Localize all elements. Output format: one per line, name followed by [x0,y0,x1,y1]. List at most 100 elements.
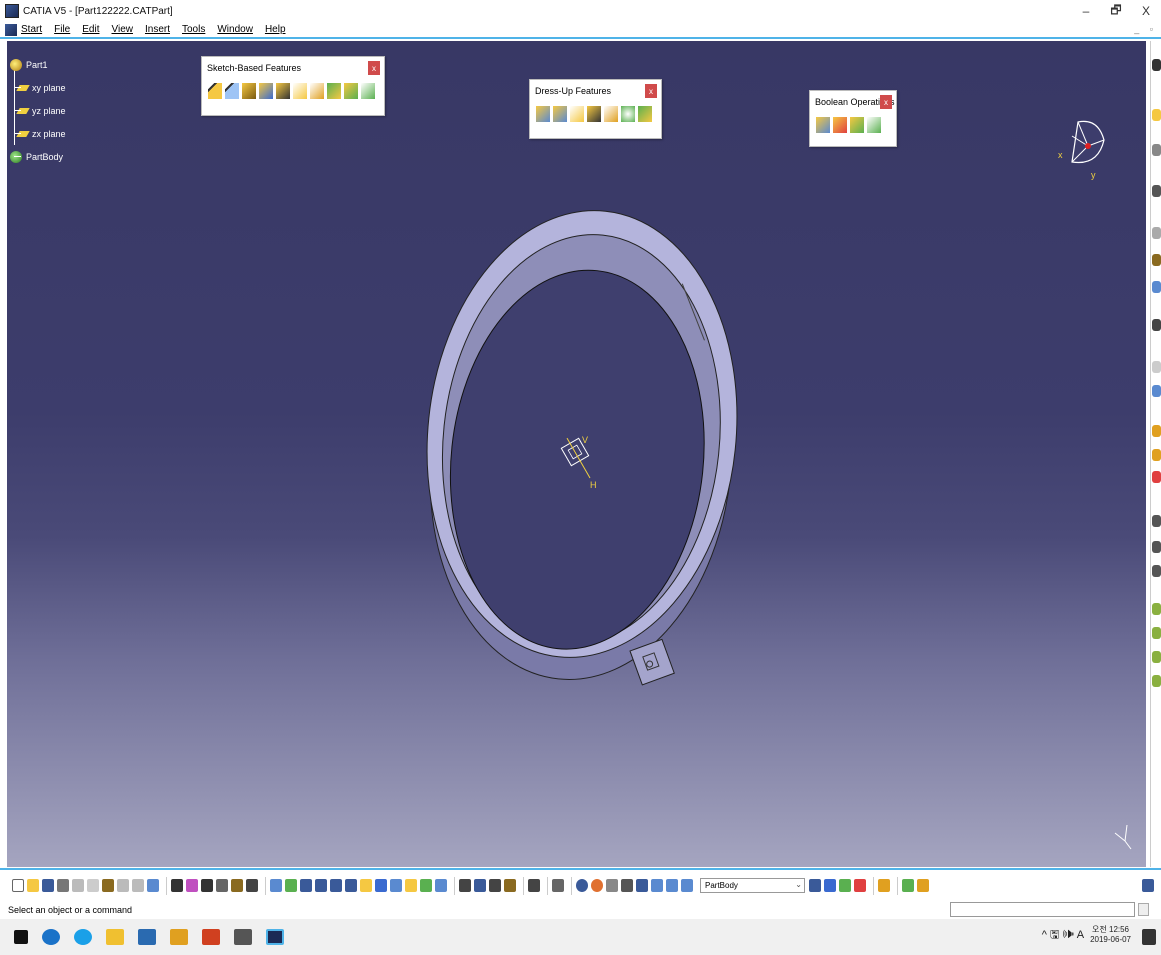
apply-material-icon[interactable] [1152,227,1161,239]
sketch-based-features-toolbar[interactable]: Sketch-Based Features x [201,56,385,116]
thick-surface-icon[interactable] [1152,627,1161,639]
assemble-icon[interactable] [816,117,830,133]
shaft-icon[interactable] [242,83,256,99]
menu-tools[interactable]: Tools [182,24,205,35]
toolbar-header[interactable]: Boolean Operations x [810,91,896,113]
save-icon[interactable] [42,879,54,892]
pocket-icon[interactable] [225,83,239,99]
powerpoint-icon[interactable] [202,929,220,945]
remove-face-icon[interactable] [638,106,652,122]
analysis-icon[interactable] [1152,385,1161,397]
options-icon[interactable] [917,879,929,892]
paint-app-icon[interactable] [170,929,188,945]
3d-viewport[interactable]: Part1 xy plane yz plane zx plane PartBod… [7,41,1146,867]
open-icon[interactable] [27,879,39,892]
swap-space-icon[interactable] [435,879,447,892]
render-icon[interactable] [839,879,851,892]
command-button[interactable] [1138,903,1149,916]
grid-icon[interactable] [552,879,564,892]
catalog-icon[interactable] [231,879,243,892]
union-trim-icon[interactable] [850,117,864,133]
internet-explorer-icon[interactable] [74,929,92,945]
remove-lump-icon[interactable] [867,117,881,133]
hide-show-icon[interactable] [420,879,432,892]
file-explorer-icon[interactable] [106,929,124,945]
update-icon[interactable] [459,879,471,892]
thread-icon[interactable] [621,106,635,122]
thickness-icon[interactable] [604,106,618,122]
edge-fillet-icon[interactable] [536,106,550,122]
stack-icon[interactable] [636,879,648,892]
dress-up-features-toolbar[interactable]: Dress-Up Features x [529,79,662,139]
insert-body-icon[interactable] [809,879,821,892]
dimension-icon[interactable] [606,879,618,892]
copy-icon[interactable] [87,879,99,892]
iso-view-icon[interactable] [390,879,402,892]
query-icon[interactable] [489,879,501,892]
normal-view-icon[interactable] [360,879,372,892]
toolbar-close-button[interactable]: x [880,95,892,109]
catia-taskbar-icon[interactable] [266,929,284,945]
pan-icon[interactable] [300,879,312,892]
pad-icon[interactable] [208,83,222,99]
chamfer-icon[interactable] [553,106,567,122]
command-input[interactable] [950,902,1135,917]
shading-icon[interactable] [405,879,417,892]
annotation-icon[interactable] [1152,425,1161,437]
current-body-select[interactable]: PartBody ⌄ [700,878,805,893]
body-tool-icon[interactable] [681,879,693,892]
clock[interactable]: 오전 12:56 2019-06-07 [1090,925,1131,945]
spiral-icon[interactable] [576,879,588,892]
mirror-icon[interactable] [1152,319,1161,331]
add-icon[interactable] [833,117,847,133]
document-window-controls[interactable]: _ ▫ [1134,24,1157,34]
line-tool-icon[interactable] [1152,515,1161,527]
material-icon[interactable] [854,879,866,892]
scale-icon[interactable] [1152,471,1161,483]
fit-all-icon[interactable] [285,879,297,892]
knowledge-icon[interactable] [186,879,198,892]
rotate-icon[interactable] [315,879,327,892]
notification-icon[interactable] [1142,929,1156,945]
toolbar-close-button[interactable]: x [368,61,380,75]
ring-part-model[interactable]: V H x y [7,41,1146,867]
tray-icons[interactable]: ^ 🖫 🕪 A [1042,926,1084,945]
hole-icon[interactable] [276,83,290,99]
publication-icon[interactable] [246,879,258,892]
close-surface-icon[interactable] [1152,651,1161,663]
menu-insert[interactable]: Insert [145,24,170,35]
branch-icon[interactable] [651,879,663,892]
curve-tool-icon[interactable] [1152,541,1161,553]
pattern-icon[interactable] [1152,281,1161,293]
notes-app-icon[interactable] [138,929,156,945]
menu-start[interactable]: Start [21,24,42,35]
removed-multi-section-solid-icon[interactable] [361,83,375,99]
scan-icon[interactable] [528,879,540,892]
paste-icon[interactable] [102,879,114,892]
table-icon[interactable] [201,879,213,892]
menu-window[interactable]: Window [217,24,253,35]
fly-mode-icon[interactable] [270,879,282,892]
insert-geometric-set-icon[interactable] [824,879,836,892]
groove-icon[interactable] [259,83,273,99]
formula-icon[interactable] [171,879,183,892]
whats-this-icon[interactable] [147,879,159,892]
plane-tool-icon[interactable] [1152,109,1161,121]
measure-between-icon[interactable] [504,879,516,892]
print-icon[interactable] [57,879,69,892]
split-icon[interactable] [1152,603,1161,615]
windows-start-icon[interactable] [14,930,28,944]
cut-icon[interactable] [72,879,84,892]
constraint-icon[interactable] [1152,361,1161,373]
translate-icon[interactable] [1152,254,1161,266]
paint-icon[interactable] [878,879,890,892]
zoom-out-icon[interactable] [345,879,357,892]
numeric-icon[interactable] [621,879,633,892]
rib-icon[interactable] [293,83,307,99]
start-menu-icon[interactable] [5,23,17,36]
menu-file[interactable]: File [54,24,70,35]
new-icon[interactable] [12,879,24,892]
multi-view-icon[interactable] [375,879,387,892]
sew-surface-icon[interactable] [1152,675,1161,687]
menu-help[interactable]: Help [265,24,286,35]
